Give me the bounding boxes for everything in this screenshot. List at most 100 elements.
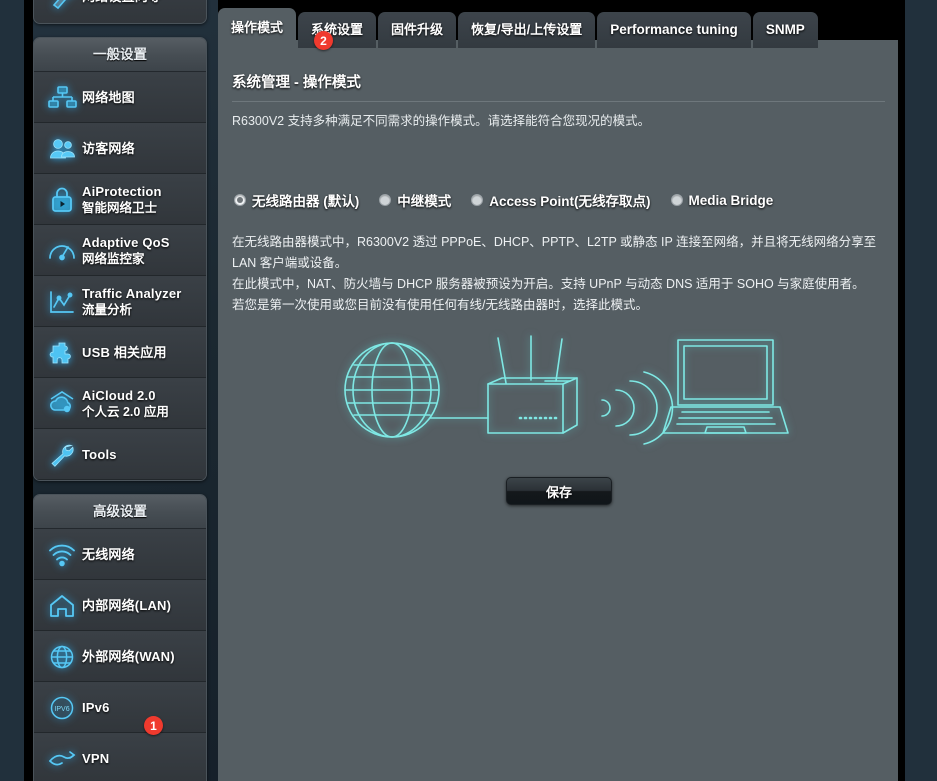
mode-label: Media Bridge xyxy=(688,192,774,208)
tab-firmware-upgrade[interactable]: 固件升级 xyxy=(378,12,457,48)
page-bg-left xyxy=(0,0,24,781)
sidebar-item-traffic-analyzer[interactable]: Traffic Analyzer 流量分析 xyxy=(34,276,206,327)
sidebar-item-label: USB 相关应用 xyxy=(82,344,167,360)
wizard-icon xyxy=(42,0,82,14)
sidebar-item-lan-text: 内部网络(LAN) xyxy=(82,598,171,614)
mode-option-wireless-router[interactable]: 无线路由器 (默认) xyxy=(234,190,359,210)
sidebar-item-network-map-text: 网络地图 xyxy=(82,90,135,106)
tab-bar: 操作模式 系统设置 固件升级 恢复/导出/上传设置 Performance tu… xyxy=(218,8,820,48)
mode-description-line-3: 若您是第一次使用或您目前没有使用任何有线/无线路由器时，选择此模式。 xyxy=(232,298,648,312)
tab-system-settings[interactable]: 系统设置 xyxy=(298,12,377,48)
sidebar-item-sublabel: 流量分析 xyxy=(82,302,133,317)
sidebar-item-label: VPN xyxy=(82,750,110,766)
sidebar-item-label: 网络地图 xyxy=(82,89,135,105)
sidebar-item-ipv6[interactable]: IPV6 IPv6 xyxy=(34,682,206,733)
mode-label: 中继模式 xyxy=(397,194,452,209)
sidebar-panel-advanced: 高级设置 无线网络 内部网络(LAN) 外部网络(WAN) IPV6 IPv6 … xyxy=(33,494,207,781)
sidebar-item-vpn[interactable]: VPN xyxy=(34,733,206,781)
sidebar-item-label: Tools xyxy=(82,446,117,462)
annotation-badge-1: 1 xyxy=(144,716,163,735)
wrench-icon xyxy=(42,438,82,472)
mode-option-access-point[interactable]: Access Point(无线存取点) xyxy=(471,190,651,210)
sidebar-item-label: 访客网络 xyxy=(82,140,135,156)
sidebar-item-guest-network-text: 访客网络 xyxy=(82,141,135,157)
mode-description-line-2: 在此模式中，NAT、防火墙与 DHCP 服务器被预设为开启。支持 UPnP 与动… xyxy=(232,277,865,291)
mode-option-repeater[interactable]: 中继模式 xyxy=(379,190,451,210)
tab-performance-tuning[interactable]: Performance tuning xyxy=(597,12,751,48)
sidebar: 网络设置向导 一般设置 网络地图 xyxy=(33,0,207,781)
sidebar-item-label: 网络设置向导 xyxy=(82,0,161,5)
network-topology-diagram xyxy=(330,328,790,458)
sidebar-item-wizard[interactable]: 网络设置向导 xyxy=(34,0,206,23)
sidebar-item-label: 内部网络(LAN) xyxy=(82,597,172,613)
radio-wireless-router[interactable] xyxy=(234,194,246,206)
chart-icon xyxy=(42,285,82,319)
main-content-panel: 系统管理 - 操作模式 R6300V2 支持多种满足不同需求的操作模式。请选择能… xyxy=(218,40,898,781)
save-button[interactable]: 保存 xyxy=(506,477,612,505)
sidebar-item-sublabel: 个人云 2.0 应用 xyxy=(82,404,169,419)
sidebar-item-label: Adaptive QoS xyxy=(82,234,170,250)
sidebar-item-guest-network[interactable]: 访客网络 xyxy=(34,123,206,174)
guest-network-icon xyxy=(42,132,82,166)
sidebar-item-aiprotection-text: AiProtection 智能网络卫士 xyxy=(82,184,162,216)
tab-restore-save-upload[interactable]: 恢复/导出/上传设置 xyxy=(458,12,596,48)
tab-snmp[interactable]: SNMP xyxy=(752,12,818,48)
ipv6-icon: IPV6 xyxy=(42,691,82,725)
sidebar-item-label: Traffic Analyzer xyxy=(82,285,182,301)
sidebar-item-sublabel: 网络监控家 xyxy=(82,251,145,266)
sidebar-item-network-map[interactable]: 网络地图 xyxy=(34,72,206,123)
sidebar-item-adaptive-qos[interactable]: Adaptive QoS 网络监控家 xyxy=(34,225,206,276)
sidebar-item-label: AiProtection xyxy=(82,183,162,199)
radio-access-point[interactable] xyxy=(471,194,484,206)
mode-label: Access Point(无线存取点) xyxy=(489,194,651,209)
radio-media-bridge[interactable] xyxy=(670,194,683,206)
cloud-home-icon xyxy=(42,387,82,421)
sidebar-item-wireless-text: 无线网络 xyxy=(82,547,135,563)
page-bg-right xyxy=(905,0,937,781)
mode-label: 无线路由器 (默认) xyxy=(252,194,360,209)
network-map-icon xyxy=(42,81,82,115)
sidebar-item-tools[interactable]: Tools xyxy=(34,429,206,480)
sidebar-item-wizard-text: 网络设置向导 xyxy=(82,0,161,5)
home-icon xyxy=(42,589,82,623)
sidebar-item-label: 无线网络 xyxy=(82,546,135,562)
operation-mode-radio-group: 无线路由器 (默认) 中继模式 Access Point(无线存取点) Medi… xyxy=(234,190,894,210)
sidebar-item-label: AiCloud 2.0 xyxy=(82,387,156,403)
sidebar-item-wan-text: 外部网络(WAN) xyxy=(82,649,175,665)
tab-operation-mode[interactable]: 操作模式 xyxy=(218,8,297,48)
sidebar-item-ipv6-text: IPv6 xyxy=(82,700,110,716)
mode-option-media-bridge[interactable]: Media Bridge xyxy=(670,192,774,208)
sidebar-group-title-general: 一般设置 xyxy=(34,38,206,72)
title-divider xyxy=(232,101,885,102)
mode-description-body: 在无线路由器模式中，R6300V2 透过 PPPoE、DHCP、PPTP、L2T… xyxy=(232,232,892,316)
sidebar-item-traffic-analyzer-text: Traffic Analyzer 流量分析 xyxy=(82,286,182,318)
sidebar-item-tools-text: Tools xyxy=(82,447,117,463)
sidebar-group-title-advanced: 高级设置 xyxy=(34,495,206,529)
page-description: R6300V2 支持多种满足不同需求的操作模式。请选择能符合您现况的模式。 xyxy=(232,114,651,128)
sidebar-item-label: 外部网络(WAN) xyxy=(82,648,175,664)
sidebar-item-aicloud-text: AiCloud 2.0 个人云 2.0 应用 xyxy=(82,388,169,420)
gauge-icon xyxy=(42,234,82,268)
globe-icon xyxy=(42,640,82,674)
router-admin-page: 网络设置向导 一般设置 网络地图 xyxy=(0,0,937,781)
sidebar-item-vpn-text: VPN xyxy=(82,751,109,767)
sidebar-item-label: IPv6 xyxy=(82,699,110,715)
page-title: 系统管理 - 操作模式 xyxy=(232,75,361,91)
vpn-icon xyxy=(42,742,82,776)
sidebar-item-usb-apps[interactable]: USB 相关应用 xyxy=(34,327,206,378)
annotation-badge-2: 2 xyxy=(314,31,333,50)
sidebar-item-adaptive-qos-text: Adaptive QoS 网络监控家 xyxy=(82,235,170,267)
sidebar-item-aicloud[interactable]: AiCloud 2.0 个人云 2.0 应用 xyxy=(34,378,206,429)
sidebar-panel-wizard: 网络设置向导 xyxy=(33,0,207,24)
sidebar-item-lan[interactable]: 内部网络(LAN) xyxy=(34,580,206,631)
sidebar-panel-general: 一般设置 网络地图 访客网络 AiProtection 智能网络卫士 Adapt… xyxy=(33,37,207,481)
wifi-icon xyxy=(42,538,82,572)
sidebar-item-usb-apps-text: USB 相关应用 xyxy=(82,345,167,361)
sidebar-item-sublabel: 智能网络卫士 xyxy=(82,200,158,215)
sidebar-item-wan[interactable]: 外部网络(WAN) xyxy=(34,631,206,682)
radio-repeater[interactable] xyxy=(379,194,392,206)
sidebar-item-aiprotection[interactable]: AiProtection 智能网络卫士 xyxy=(34,174,206,225)
sidebar-item-wireless[interactable]: 无线网络 xyxy=(34,529,206,580)
shield-lock-icon xyxy=(42,183,82,217)
mode-description-line-1: 在无线路由器模式中，R6300V2 透过 PPPoE、DHCP、PPTP、L2T… xyxy=(232,235,877,270)
